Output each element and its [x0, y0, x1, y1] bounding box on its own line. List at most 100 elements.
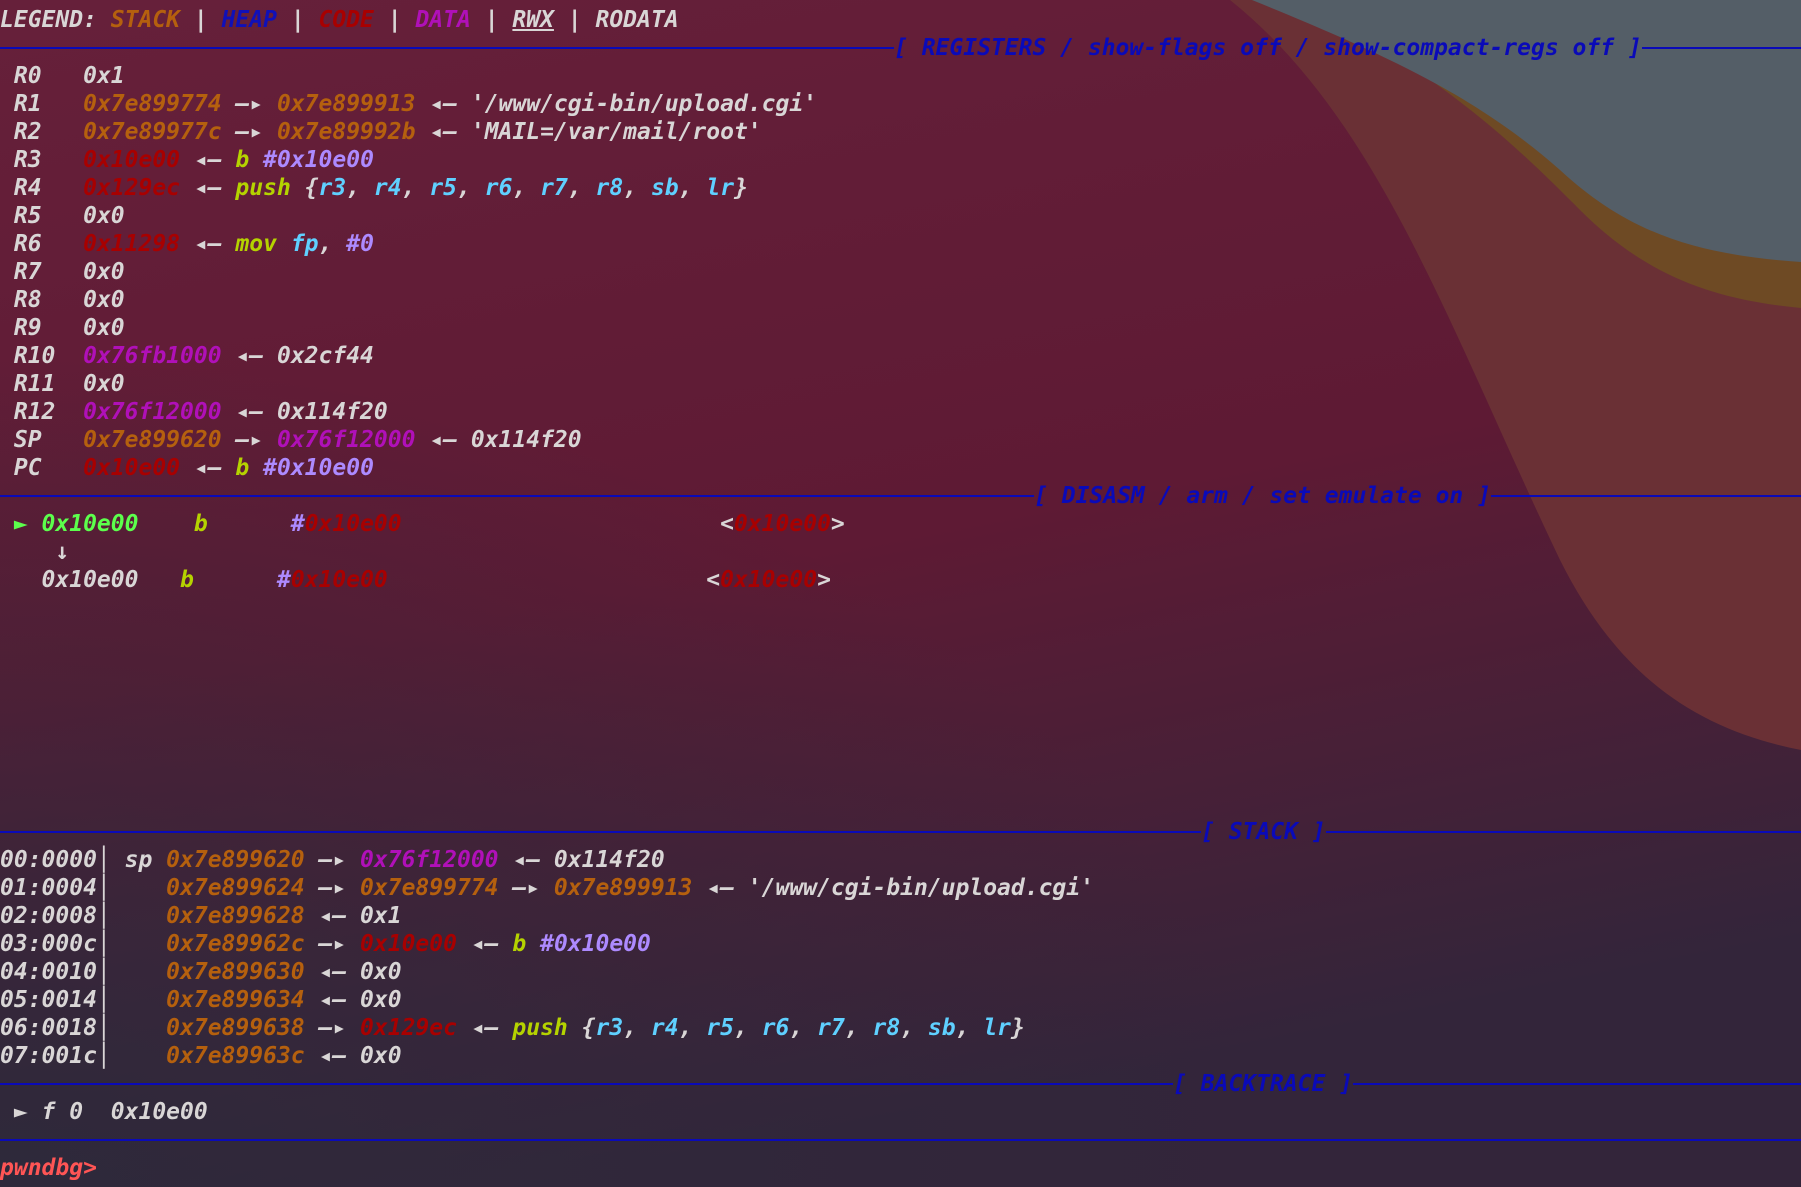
terminal-text: 0x0 [83, 371, 125, 397]
terminal-text: 0x10e00 [304, 511, 402, 537]
terminal-text: , [900, 1015, 928, 1041]
terminal-text: r3 [318, 175, 347, 201]
header-divider [1353, 1083, 1801, 1085]
pwndbg-terminal[interactable]: LEGEND: STACK | HEAP | CODE | DATA | RWX… [0, 6, 1801, 1182]
terminal-text: ◂— [304, 987, 361, 1013]
end-section-header [0, 1126, 1801, 1154]
terminal-text: , [401, 175, 430, 201]
register-row: R7 0x0 [0, 258, 1801, 286]
terminal-text: , [346, 175, 374, 201]
legend-entry: RODATA [595, 7, 679, 33]
terminal-text: R6 [0, 231, 84, 257]
header-divider [1641, 47, 1801, 49]
terminal-text: 0x10e00 [360, 931, 457, 957]
terminal-text: < [706, 567, 721, 593]
terminal-text: } [1011, 1015, 1025, 1041]
terminal-text: 0x0 [83, 287, 125, 313]
terminal-text: 0x7e89992b [276, 119, 416, 145]
terminal-text: , [678, 175, 707, 201]
terminal-text: —▸ [304, 875, 361, 901]
backtrace-frame: ► f 0 0x10e00 [0, 1098, 1801, 1126]
terminal-text: ◂— [180, 231, 236, 257]
terminal-text: , [623, 1015, 651, 1041]
terminal-text: ◂— [304, 959, 361, 985]
terminal-text: R5 [0, 203, 84, 229]
terminal-text: —▸ [304, 1015, 361, 1041]
legend-entry: RWX [512, 7, 554, 33]
terminal-text: # [290, 511, 305, 537]
header-divider [0, 1139, 1801, 1141]
terminal-text: 0x10e00 [290, 567, 388, 593]
terminal-text: R9 [0, 315, 84, 341]
terminal-text: —▸ [498, 875, 554, 901]
terminal-text: R8 [0, 287, 84, 313]
terminal-text: R3 [0, 147, 84, 173]
terminal-text: { [567, 1015, 596, 1041]
terminal-text: #0x10e00 [263, 147, 374, 173]
terminal-text: 0x7e899620 [166, 847, 305, 873]
terminal-text: 0x10e00 [83, 147, 181, 173]
terminal-text: 0x76f12000 [360, 847, 499, 873]
terminal-text: # [276, 567, 291, 593]
terminal-text: 0x76f12000 [276, 427, 416, 453]
register-row: PC 0x10e00 ◂— b #0x10e00 [0, 454, 1801, 482]
terminal-text: R11 [0, 371, 84, 397]
stack-row: 03:000c│ 0x7e89962c —▸ 0x10e00 ◂— b #0x1… [0, 930, 1801, 958]
terminal-text: #0 [346, 231, 374, 257]
terminal-text: , [567, 175, 596, 201]
header-divider [1490, 495, 1801, 497]
disasm-line: 0x10e00 b #0x10e00 <0x10e00> [0, 566, 1801, 594]
terminal-text: R12 [0, 399, 84, 425]
register-row: R3 0x10e00 ◂— b #0x10e00 [0, 146, 1801, 174]
terminal-text: 0x114f20 [470, 427, 582, 453]
terminal-text: , [955, 1015, 984, 1041]
terminal-text: 0x10e00 [733, 511, 831, 537]
terminal-text: 0x129ec [83, 175, 181, 201]
terminal-text: 0x7e899624 [166, 875, 305, 901]
terminal-text: lr [706, 175, 735, 201]
terminal-text: 0x7e899620 [83, 427, 222, 453]
terminal-text: ◂— [180, 455, 236, 481]
terminal-text: , [844, 1015, 873, 1041]
stack-row: 02:0008│ 0x7e899628 ◂— 0x1 [0, 902, 1801, 930]
terminal-text: ◂— [180, 175, 236, 201]
register-row: R1 0x7e899774 —▸ 0x7e899913 ◂— '/www/cgi… [0, 90, 1801, 118]
terminal-text: 0x7e899774 [360, 875, 499, 901]
terminal-text: #0x10e00 [263, 455, 374, 481]
terminal-text: 0x7e899913 [276, 91, 416, 117]
terminal-text: 0x7e899913 [553, 875, 693, 901]
terminal-text: 0x0 [360, 959, 402, 985]
legend-entry: STACK [110, 7, 181, 33]
terminal-text: 06:0018│ [0, 1015, 167, 1041]
stack-row: 06:0018│ 0x7e899638 —▸ 0x129ec ◂— push {… [0, 1014, 1801, 1042]
legend-entry: | [276, 7, 319, 33]
terminal-text: ◂— [456, 931, 513, 957]
terminal-text: 0x0 [83, 259, 125, 285]
terminal-text: r6 [761, 1015, 790, 1041]
terminal-text: 01:0004│ [0, 875, 167, 901]
terminal-text: { [290, 175, 319, 201]
stack-row: 07:001c│ 0x7e89963c ◂— 0x0 [0, 1042, 1801, 1070]
terminal-text: 0x114f20 [276, 399, 388, 425]
terminal-text: lr [983, 1015, 1012, 1041]
register-row: R4 0x129ec ◂— push {r3, r4, r5, r6, r7, … [0, 174, 1801, 202]
terminal-text: '/www/cgi-bin/upload.cgi' [470, 91, 818, 117]
terminal-text: —▸ [221, 427, 277, 453]
terminal-text: r8 [872, 1015, 901, 1041]
command-prompt[interactable]: pwndbg> [0, 1154, 1801, 1182]
terminal-text: 0x1 [83, 63, 125, 89]
terminal-text: 0x7e899628 [166, 903, 305, 929]
terminal-text: ◂— [180, 147, 236, 173]
terminal-text: 0x7e89977c [83, 119, 222, 145]
header-divider [0, 47, 894, 49]
terminal-text: 0x1 [360, 903, 402, 929]
disasm-line: ↓ [0, 538, 1801, 566]
